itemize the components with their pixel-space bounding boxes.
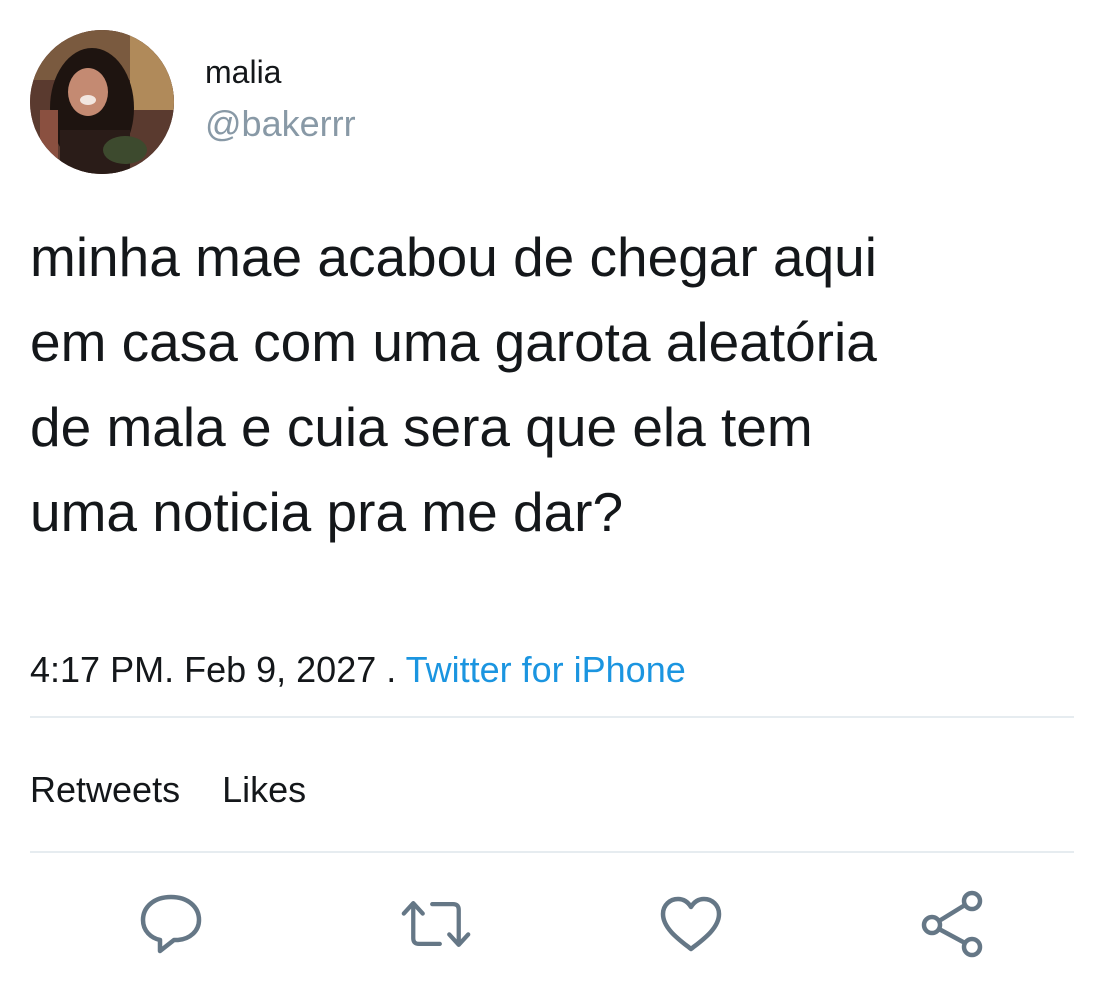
- reply-button[interactable]: [135, 888, 207, 960]
- tweet-time: 4:17 PM: [30, 649, 165, 690]
- tweet-stats: Retweets Likes: [30, 768, 306, 812]
- retweet-button[interactable]: [400, 888, 472, 960]
- display-name[interactable]: malia: [205, 52, 281, 92]
- divider: [30, 851, 1074, 853]
- like-button[interactable]: [655, 888, 727, 960]
- tweet-text: minha mae acabou de chegar aqui em casa …: [30, 226, 877, 543]
- likes-label[interactable]: Likes: [222, 769, 306, 810]
- user-handle[interactable]: @bakerrr: [205, 102, 356, 146]
- share-icon: [921, 890, 983, 958]
- avatar-photo: [30, 30, 174, 174]
- retweets-label[interactable]: Retweets: [30, 769, 180, 810]
- divider: [30, 716, 1074, 718]
- tweet-source-link[interactable]: Twitter for iPhone: [406, 649, 686, 690]
- retweet-icon: [401, 901, 471, 947]
- tweet-metadata: 4:17 PM. Feb 9, 2027 . Twitter for iPhon…: [30, 648, 686, 692]
- tweet-date: Feb 9, 2027: [184, 649, 377, 690]
- share-button[interactable]: [916, 888, 988, 960]
- date-separator: .: [164, 649, 185, 690]
- heart-icon: [660, 896, 722, 952]
- avatar[interactable]: [30, 30, 174, 174]
- reply-icon: [140, 894, 202, 954]
- source-separator: .: [376, 649, 406, 690]
